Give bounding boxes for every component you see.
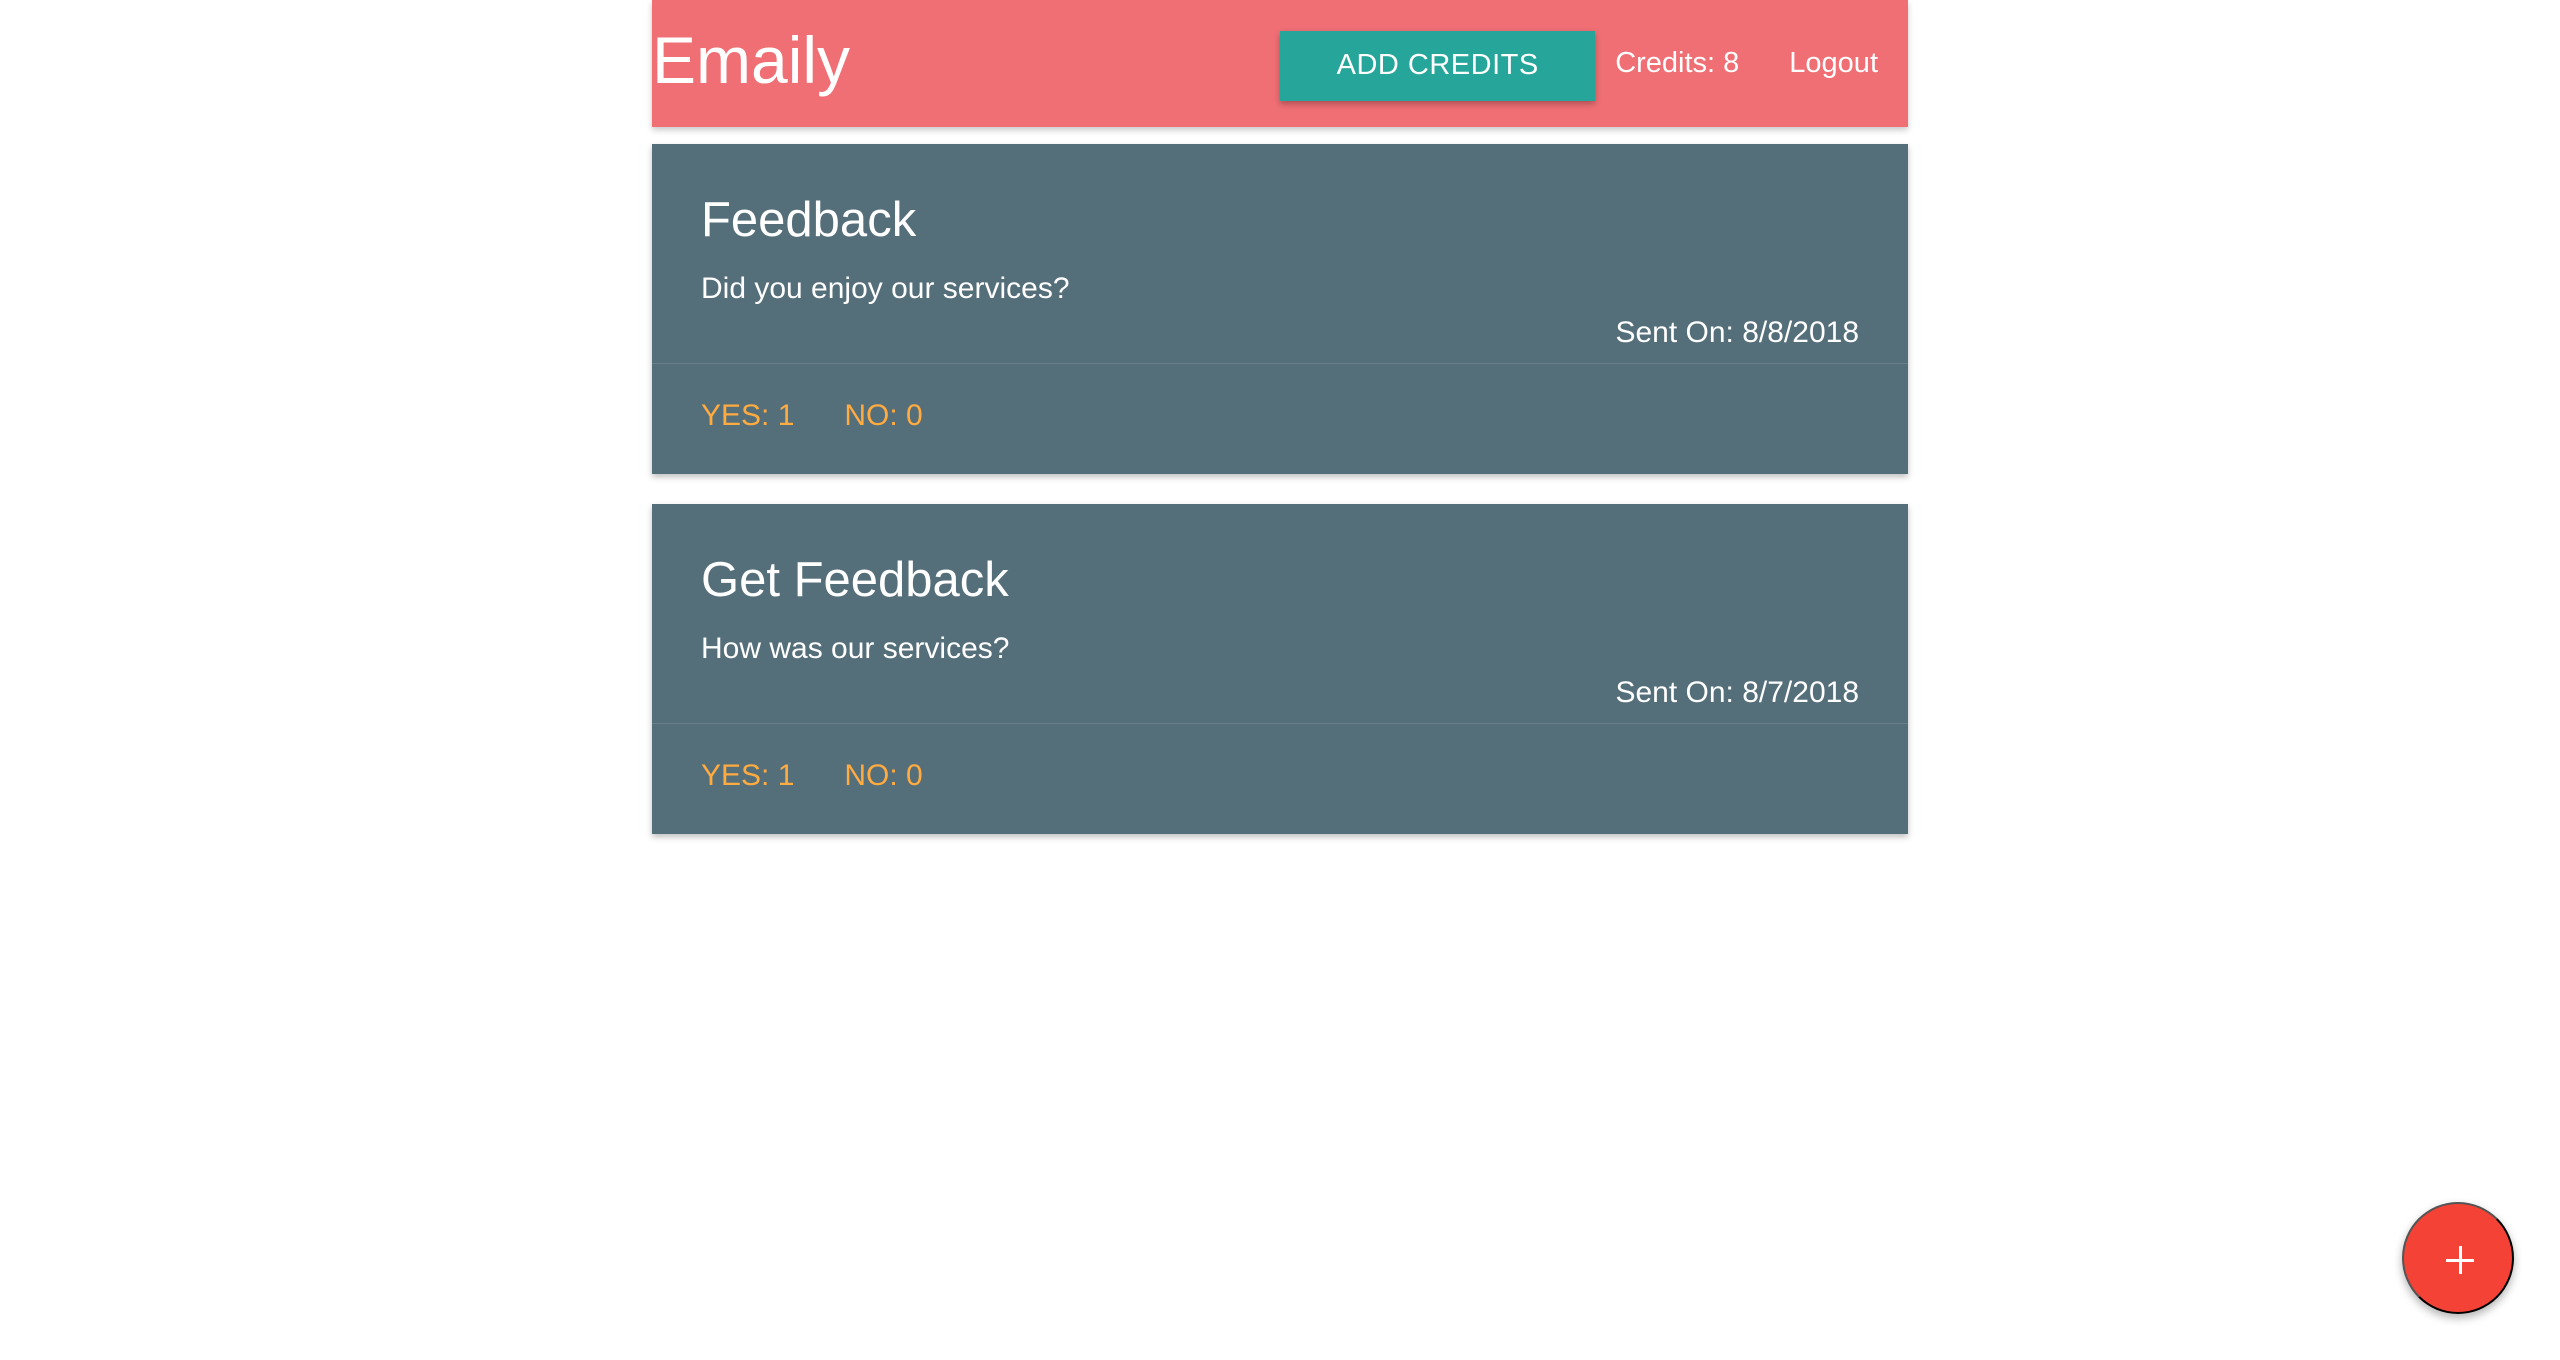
survey-card-content: Get Feedback How was our services? Sent … xyxy=(652,504,1908,724)
survey-sent-date: Sent On: 8/8/2018 xyxy=(1615,316,1859,349)
no-count-link[interactable]: NO: 0 xyxy=(844,758,922,794)
page-container: Emaily ADD CREDITS Credits: 8 Logout Fee… xyxy=(652,0,1908,834)
yes-count-link[interactable]: YES: 1 xyxy=(701,758,794,794)
survey-card-content: Feedback Did you enjoy our services? Sen… xyxy=(652,144,1908,364)
top-navbar: Emaily ADD CREDITS Credits: 8 Logout xyxy=(652,0,1908,127)
survey-question: Did you enjoy our services? xyxy=(701,272,1070,305)
survey-results: YES: 1 NO: 0 xyxy=(701,398,973,434)
survey-title: Feedback xyxy=(701,193,917,247)
yes-count-link[interactable]: YES: 1 xyxy=(701,398,794,434)
survey-title: Get Feedback xyxy=(701,553,1009,607)
plus-icon xyxy=(2432,1232,2488,1288)
survey-results: YES: 1 NO: 0 xyxy=(701,758,973,794)
survey-card: Feedback Did you enjoy our services? Sen… xyxy=(652,144,1908,474)
add-credits-button[interactable]: ADD CREDITS xyxy=(1280,30,1596,101)
survey-card: Get Feedback How was our services? Sent … xyxy=(652,504,1908,834)
brand-logo[interactable]: Emaily xyxy=(652,20,850,100)
survey-question: How was our services? xyxy=(701,632,1010,665)
add-survey-button[interactable] xyxy=(2402,1202,2514,1314)
credits-count: Credits: 8 xyxy=(1615,47,1740,79)
logout-link[interactable]: Logout xyxy=(1789,47,1878,80)
nav-actions: ADD CREDITS Credits: 8 Logout xyxy=(1280,0,1878,127)
no-count-link[interactable]: NO: 0 xyxy=(844,398,922,434)
survey-sent-date: Sent On: 8/7/2018 xyxy=(1615,676,1859,709)
